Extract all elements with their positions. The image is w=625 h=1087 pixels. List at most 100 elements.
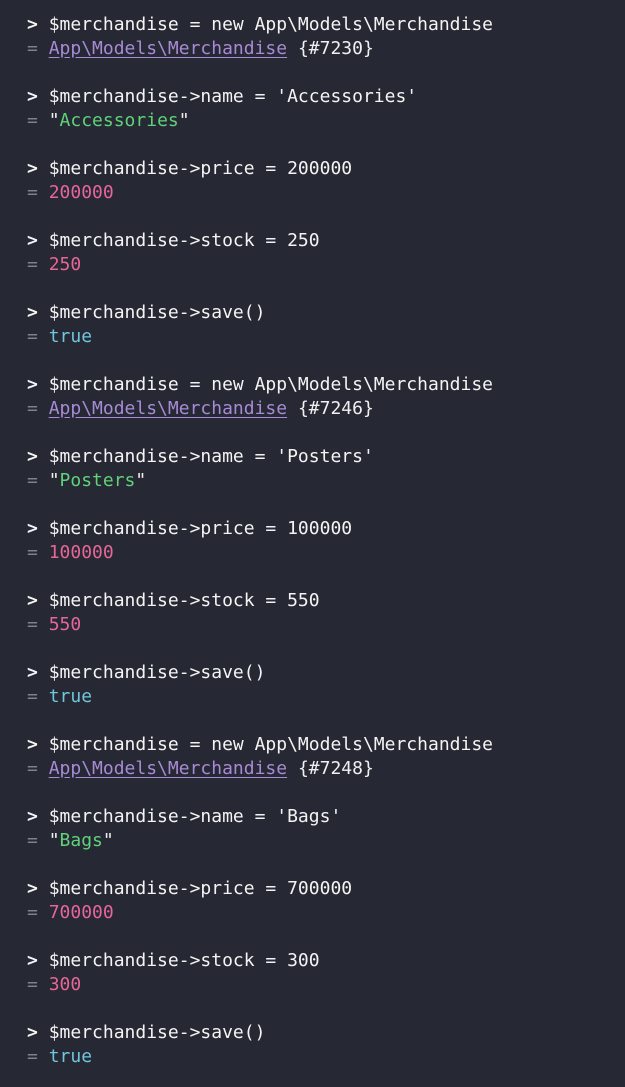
prompt-icon: >	[27, 230, 38, 251]
command-text: $merchandise->stock = 550	[48, 590, 320, 611]
command-line: > $merchandise->stock = 300	[27, 949, 625, 973]
string-quote: "	[48, 830, 60, 851]
command-text: $merchandise = new App\Models\Merchandis…	[48, 374, 494, 395]
class-link[interactable]: App\Models\Merchandise	[49, 398, 287, 419]
result-line: = true	[27, 325, 625, 349]
repl-entry: > $merchandise->save() = true	[27, 301, 625, 373]
command-line: > $merchandise->price = 200000	[27, 157, 625, 181]
object-id: {#7230}	[297, 38, 374, 59]
class-link[interactable]: App\Models\Merchandise	[49, 38, 287, 59]
command-text: $merchandise = new App\Models\Merchandis…	[48, 14, 494, 35]
result-line: = 300	[27, 973, 625, 997]
string-quote: "	[178, 110, 190, 131]
command-line: > $merchandise = new App\Models\Merchand…	[27, 733, 625, 757]
object-id: {#7246}	[297, 398, 374, 419]
result-marker: =	[27, 974, 38, 995]
string-value: Posters	[59, 470, 136, 491]
prompt-icon: >	[27, 1022, 38, 1043]
boolean-value: true	[48, 326, 93, 347]
boolean-value: true	[48, 686, 93, 707]
prompt-icon: >	[27, 518, 38, 539]
command-text: $merchandise->name = 'Accessories'	[48, 86, 418, 107]
prompt-icon: >	[27, 734, 38, 755]
command-text: $merchandise->save()	[48, 302, 266, 323]
number-value: 550	[48, 614, 82, 635]
command-line: > $merchandise = new App\Models\Merchand…	[27, 13, 625, 37]
result-line: = 550	[27, 613, 625, 637]
result-line: = true	[27, 1045, 625, 1069]
number-value: 700000	[48, 902, 114, 923]
command-text: $merchandise->name = 'Posters'	[48, 446, 374, 467]
result-line: = "Posters"	[27, 469, 625, 493]
result-marker: =	[27, 38, 38, 59]
result-line: = App\Models\Merchandise {#7246}	[27, 397, 625, 421]
command-text: $merchandise->save()	[48, 1022, 266, 1043]
prompt-icon: >	[27, 590, 38, 611]
result-line: = "Bags"	[27, 829, 625, 853]
class-link[interactable]: App\Models\Merchandise	[49, 758, 287, 779]
result-marker: =	[27, 1046, 38, 1067]
result-marker: =	[27, 110, 38, 131]
repl-entry: > $merchandise->name = 'Posters' = "Post…	[27, 445, 625, 517]
repl-entry: > $merchandise->name = 'Accessories' = "…	[27, 85, 625, 157]
command-text: $merchandise = new App\Models\Merchandis…	[48, 734, 494, 755]
string-quote: "	[102, 830, 114, 851]
repl-entry: > $merchandise = new App\Models\Merchand…	[27, 373, 625, 445]
repl-entry: > $merchandise->price = 200000 = 200000	[27, 157, 625, 229]
command-line: > $merchandise->name = 'Bags'	[27, 805, 625, 829]
string-quote: "	[48, 470, 60, 491]
repl-entry: > $merchandise->price = 100000 = 100000	[27, 517, 625, 589]
command-line: > $merchandise->save()	[27, 301, 625, 325]
result-marker: =	[27, 542, 38, 563]
tinker-terminal[interactable]: > $merchandise = new App\Models\Merchand…	[0, 0, 625, 1087]
string-quote: "	[135, 470, 147, 491]
result-line: = 700000	[27, 901, 625, 925]
result-line: = App\Models\Merchandise {#7248}	[27, 757, 625, 781]
result-marker: =	[27, 830, 38, 851]
result-marker: =	[27, 614, 38, 635]
repl-entry: > $merchandise->stock = 550 = 550	[27, 589, 625, 661]
command-line: > $merchandise->name = 'Accessories'	[27, 85, 625, 109]
command-text: $merchandise->name = 'Bags'	[48, 806, 342, 827]
command-text: $merchandise->price = 100000	[48, 518, 353, 539]
command-text: $merchandise->stock = 250	[48, 230, 320, 251]
command-text: $merchandise->price = 200000	[48, 158, 353, 179]
prompt-icon: >	[27, 374, 38, 395]
repl-entry: > $merchandise->save() = true	[27, 661, 625, 733]
command-line: > $merchandise->price = 700000	[27, 877, 625, 901]
result-marker: =	[27, 470, 38, 491]
prompt-icon: >	[27, 14, 38, 35]
number-value: 250	[48, 254, 82, 275]
prompt-icon: >	[27, 158, 38, 179]
repl-entry: > $merchandise->save() = true	[27, 1021, 625, 1087]
result-line: = 100000	[27, 541, 625, 565]
command-line: > $merchandise->price = 100000	[27, 517, 625, 541]
repl-entry: > $merchandise->stock = 300 = 300	[27, 949, 625, 1021]
result-marker: =	[27, 398, 38, 419]
prompt-icon: >	[27, 662, 38, 683]
repl-entry: > $merchandise->name = 'Bags' = "Bags"	[27, 805, 625, 877]
command-line: > $merchandise->stock = 250	[27, 229, 625, 253]
string-quote: "	[48, 110, 60, 131]
number-value: 100000	[48, 542, 114, 563]
command-text: $merchandise->save()	[48, 662, 266, 683]
command-line: > $merchandise->stock = 550	[27, 589, 625, 613]
command-line: > $merchandise->name = 'Posters'	[27, 445, 625, 469]
result-marker: =	[27, 254, 38, 275]
repl-entry: > $merchandise->price = 700000 = 700000	[27, 877, 625, 949]
repl-entry: > $merchandise = new App\Models\Merchand…	[27, 733, 625, 805]
result-marker: =	[27, 686, 38, 707]
prompt-icon: >	[27, 446, 38, 467]
string-value: Bags	[59, 830, 103, 851]
result-marker: =	[27, 758, 38, 779]
command-line: > $merchandise->save()	[27, 1021, 625, 1045]
command-text: $merchandise->price = 700000	[48, 878, 353, 899]
result-line: = 200000	[27, 181, 625, 205]
command-line: > $merchandise = new App\Models\Merchand…	[27, 373, 625, 397]
result-marker: =	[27, 326, 38, 347]
result-marker: =	[27, 182, 38, 203]
boolean-value: true	[48, 1046, 93, 1067]
number-value: 300	[48, 974, 82, 995]
result-line: = "Accessories"	[27, 109, 625, 133]
result-line: = true	[27, 685, 625, 709]
